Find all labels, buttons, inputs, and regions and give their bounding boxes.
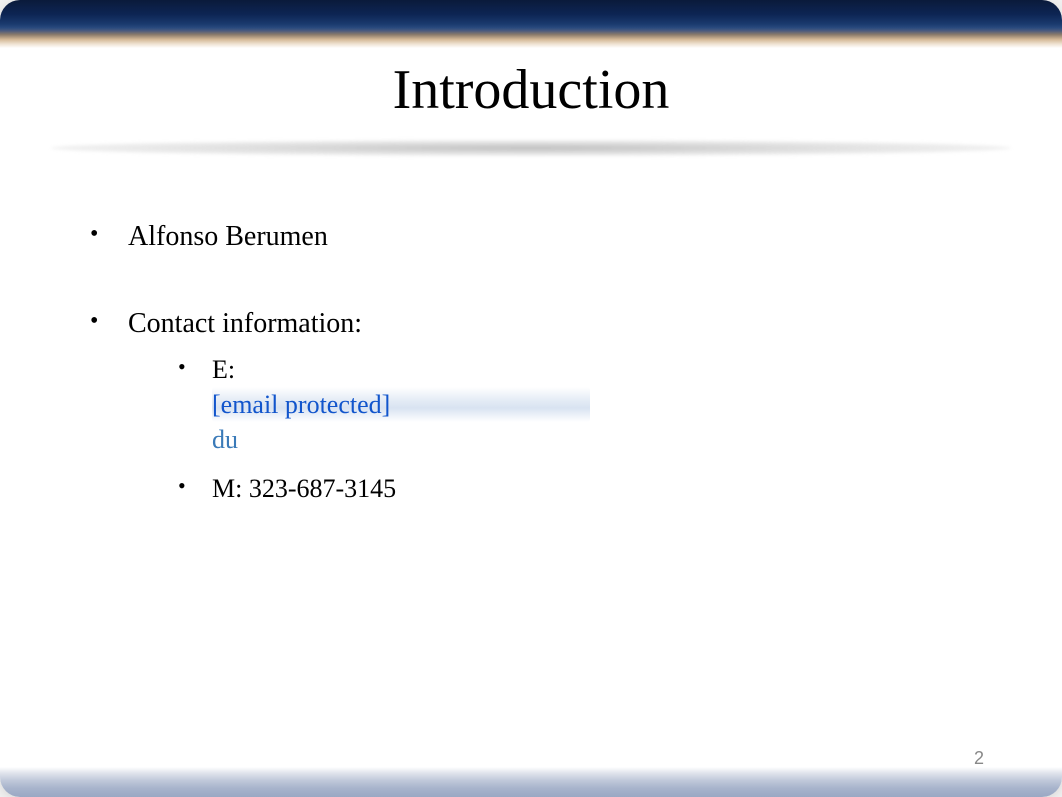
bullet-contact: Contact information: E: [email protected… (90, 308, 1002, 506)
name-text: Alfonso Berumen (128, 221, 328, 252)
email-continuation: du (212, 425, 238, 454)
bullet-email: E: [email protected] du (178, 352, 1002, 457)
contact-label: Contact information: (128, 308, 362, 339)
bullet-list: Alfonso Berumen Contact information: E: … (90, 221, 1002, 506)
contact-sublist: E: [email protected] du M: 323-687-3145 (178, 352, 1002, 506)
slide-content: Alfonso Berumen Contact information: E: … (0, 221, 1062, 506)
email-label: E: (212, 355, 235, 384)
bottom-border-decoration (0, 767, 1062, 797)
bullet-mobile: M: 323-687-3145 (178, 471, 1002, 506)
slide: Introduction Alfonso Berumen Contact inf… (0, 0, 1062, 797)
mobile-text: M: 323-687-3145 (212, 474, 396, 503)
bullet-name: Alfonso Berumen (90, 221, 1002, 253)
email-link[interactable]: [email protected] (212, 390, 390, 419)
title-underline-decoration (51, 140, 1011, 156)
top-border-decoration (0, 0, 1062, 48)
email-highlight: [email protected] (212, 387, 590, 422)
page-number: 2 (974, 748, 984, 769)
slide-title: Introduction (0, 58, 1062, 122)
